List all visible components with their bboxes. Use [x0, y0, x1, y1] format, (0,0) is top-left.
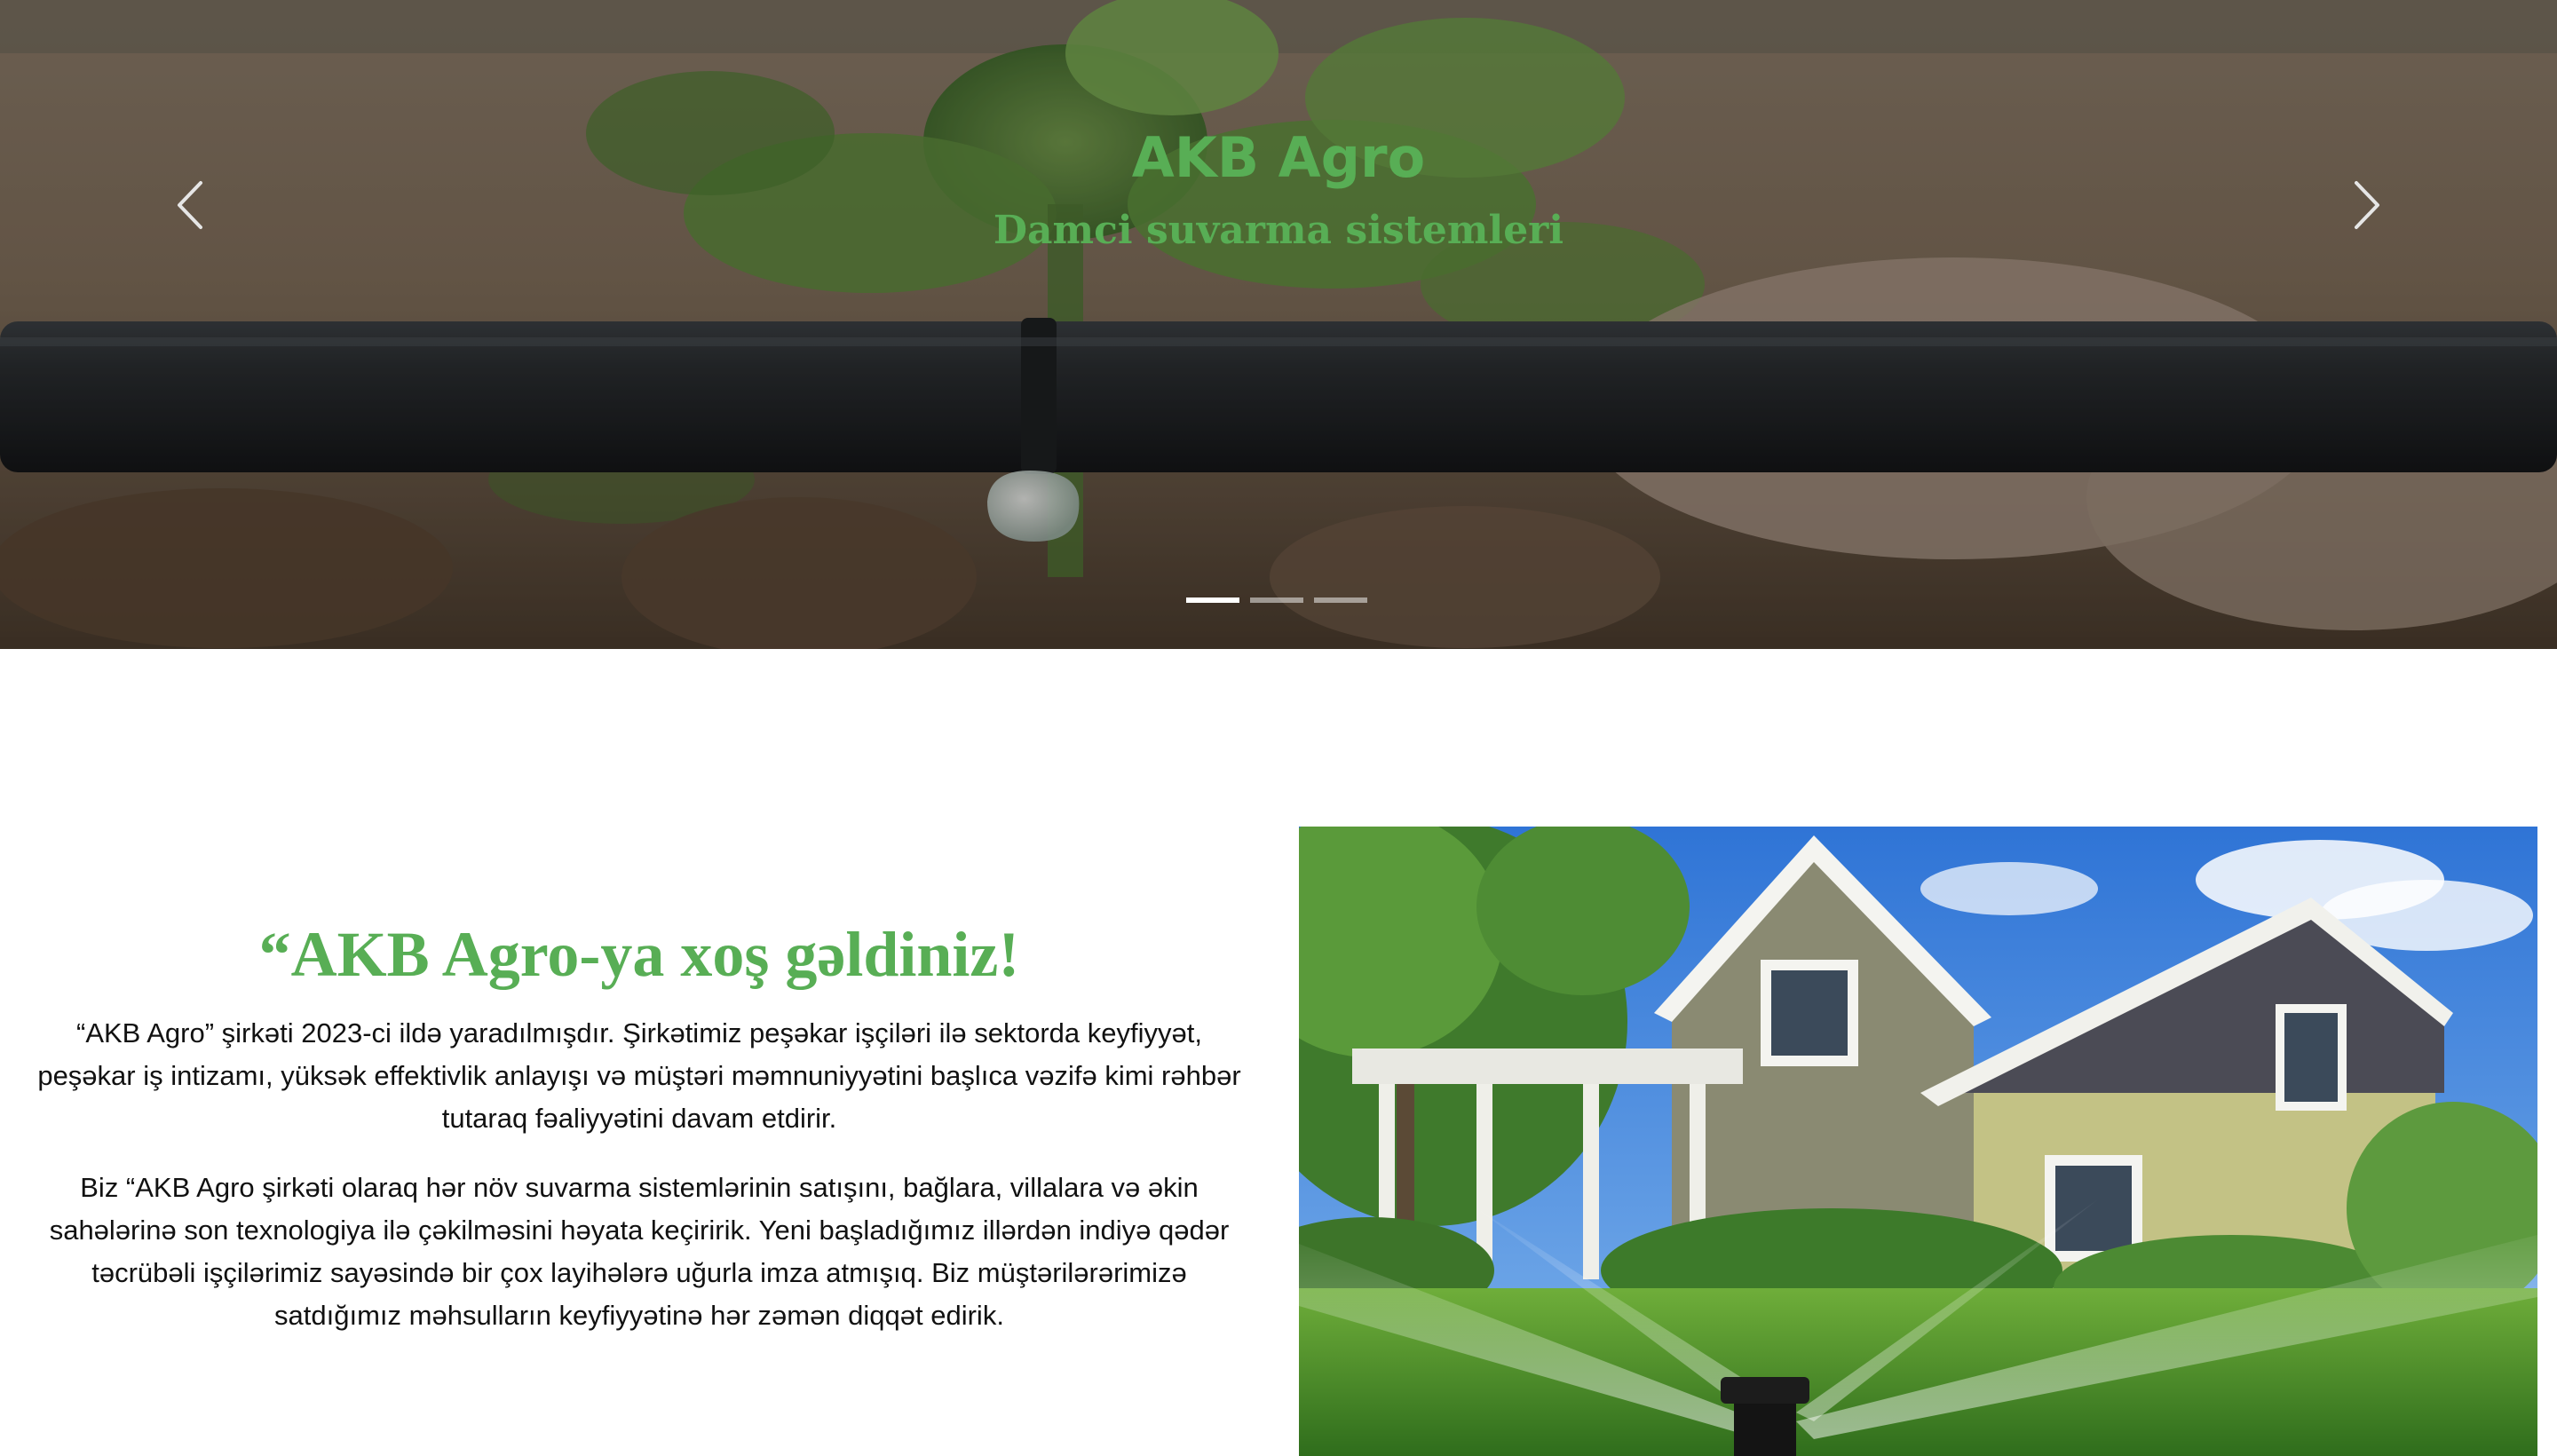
hero-subtitle: Damci suvarma sistemleri	[993, 208, 1564, 253]
carousel-indicator-2[interactable]	[1250, 597, 1303, 603]
hero-title: AKB Agro	[1131, 125, 1426, 190]
hero-overlay	[0, 0, 2557, 649]
carousel-indicators	[1186, 597, 1367, 603]
carousel-prev-button[interactable]	[165, 174, 218, 236]
carousel-next-button[interactable]	[2339, 174, 2392, 236]
welcome-heading: “AKB Agro-ya xoş gəldiniz!	[258, 919, 1020, 990]
chevron-left-icon	[178, 181, 202, 229]
carousel-indicator-1[interactable]	[1186, 597, 1239, 603]
hero-carousel: AKB Agro Damci suvarma sistemleri	[0, 0, 2557, 649]
chevron-right-icon	[2355, 181, 2379, 229]
sprinkler-house-image	[1299, 827, 2537, 1456]
welcome-paragraph-1: “AKB Agro” şirkəti 2023-ci ildə yaradılm…	[37, 1017, 1241, 1134]
welcome-paragraph-2: Biz “AKB Agro şirkəti olaraq hər növ suv…	[49, 1172, 1230, 1331]
welcome-text-block: “AKB Agro-ya xoş gəldiniz! “AKB Agro” şi…	[18, 906, 1261, 1364]
carousel-indicator-3[interactable]	[1314, 597, 1367, 603]
